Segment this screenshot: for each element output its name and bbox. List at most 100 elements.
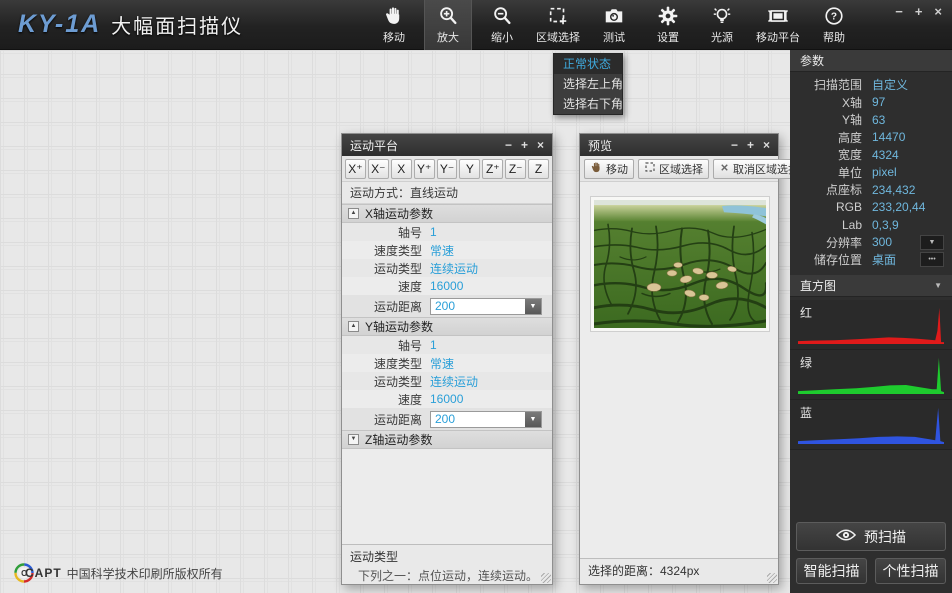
resize-grip[interactable]	[767, 573, 777, 583]
chevron-down-icon[interactable]: ▼	[934, 281, 942, 290]
panel-minimize-button[interactable]: −	[505, 140, 512, 150]
custom-scan-button[interactable]: 个性扫描	[875, 558, 946, 584]
param-value[interactable]: 1	[430, 225, 437, 239]
dropdown-value[interactable]: 200	[431, 299, 525, 314]
param-value[interactable]: 常速	[430, 355, 454, 372]
toolbar-help-button[interactable]: ? 帮助	[810, 0, 858, 50]
hand-icon	[590, 161, 603, 177]
x-axis-section-header[interactable]: ▲ X轴运动参数	[342, 204, 552, 223]
param-value[interactable]: 连续运动	[430, 373, 478, 390]
param-value[interactable]: 97	[872, 95, 885, 109]
collapse-up-icon[interactable]: ▲	[348, 208, 359, 219]
z-axis-section-empty	[342, 449, 552, 546]
toolbar-item-label: 移动平台	[756, 29, 800, 45]
distance-row: 运动距离 200 ▼	[342, 408, 552, 430]
param-label: 速度类型	[342, 242, 430, 259]
param-label: 轴号	[342, 224, 430, 241]
motion-panel-titlebar[interactable]: 运动平台 − + ×	[342, 134, 552, 156]
axis-x-minus-button[interactable]: X⁻	[368, 159, 389, 179]
z-axis-section-header[interactable]: ▼ Z轴运动参数	[342, 430, 552, 449]
y-distance-dropdown[interactable]: 200 ▼	[430, 411, 542, 428]
browse-ellipsis-button[interactable]: •••	[920, 252, 944, 267]
preview-move-button[interactable]: 移动	[584, 159, 634, 179]
histogram-blue: 蓝	[790, 400, 952, 450]
preview-panel-titlebar[interactable]: 预览 − + ×	[580, 134, 778, 156]
param-value[interactable]: 16000	[430, 279, 463, 293]
smart-scan-button-label: 智能扫描	[804, 561, 860, 581]
param-value[interactable]: 连续运动	[430, 260, 478, 277]
axis-z-minus-button[interactable]: Z⁻	[505, 159, 526, 179]
preview-button-label: 区域选择	[659, 161, 703, 177]
axis-z-button[interactable]: Z	[528, 159, 549, 179]
param-value: 0,3,9	[872, 218, 899, 232]
param-label: 速度类型	[342, 355, 430, 372]
param-value: 234,432	[872, 183, 915, 197]
axis-y-minus-button[interactable]: Y⁻	[437, 159, 458, 179]
histogram-green: 绿	[790, 350, 952, 400]
param-label: RGB	[790, 200, 862, 214]
chevron-down-icon[interactable]: ▼	[525, 299, 541, 314]
area-select-icon	[547, 5, 569, 27]
param-label: Y轴	[790, 111, 862, 128]
motion-panel-title: 运动平台	[350, 137, 398, 154]
axis-x-button[interactable]: X	[391, 159, 412, 179]
toolbar-item-label: 区域选择	[536, 29, 580, 45]
param-row-y-axis: Y轴 63	[790, 111, 952, 129]
param-row-point-coord: 点座标 234,432	[790, 181, 952, 199]
window-close-button[interactable]: ×	[934, 6, 942, 18]
toolbar-zoom-in-button[interactable]: 放大	[424, 0, 472, 50]
param-value[interactable]: 常速	[430, 242, 454, 259]
param-label: 运动距离	[342, 298, 430, 315]
axis-z-plus-button[interactable]: Z⁺	[482, 159, 503, 179]
window-maximize-button[interactable]: +	[915, 6, 923, 18]
toolbar-item-label: 测试	[603, 29, 625, 45]
panel-maximize-button[interactable]: +	[747, 140, 754, 150]
toolbar-item-label: 光源	[711, 29, 733, 45]
axis-y-button[interactable]: Y	[459, 159, 480, 179]
param-value[interactable]: 桌面	[872, 251, 896, 268]
toolbar-settings-button[interactable]: 设置	[644, 0, 692, 50]
preview-area-select-button[interactable]: 区域选择	[638, 159, 709, 179]
panel-minimize-button[interactable]: −	[731, 140, 738, 150]
param-value[interactable]: 自定义	[872, 76, 908, 93]
resolution-dropdown-button[interactable]: ▼	[920, 235, 944, 250]
panel-close-button[interactable]: ×	[537, 140, 544, 150]
preview-image[interactable]	[590, 196, 770, 332]
menu-item-normal-state[interactable]: 正常状态	[554, 54, 622, 74]
x-distance-dropdown[interactable]: 200 ▼	[430, 298, 542, 315]
param-value[interactable]: 300	[872, 235, 892, 249]
param-value[interactable]: 1	[430, 338, 437, 352]
param-value[interactable]: pixel	[872, 165, 897, 179]
chevron-down-icon[interactable]: ▼	[525, 412, 541, 427]
panel-close-button[interactable]: ×	[763, 140, 770, 150]
param-value[interactable]: 4324	[872, 148, 899, 162]
y-axis-section-header[interactable]: ▲ Y轴运动参数	[342, 317, 552, 336]
toolbar-light-button[interactable]: 光源	[698, 0, 746, 50]
param-value[interactable]: 63	[872, 113, 885, 127]
param-value[interactable]: 14470	[872, 130, 905, 144]
menu-item-select-bottom-right[interactable]: 选择右下角	[554, 94, 622, 114]
panel-maximize-button[interactable]: +	[521, 140, 528, 150]
collapse-up-icon[interactable]: ▲	[348, 321, 359, 332]
toolbar-move-button[interactable]: 移动	[370, 0, 418, 50]
toolbar-platform-button[interactable]: 移动平台	[752, 0, 804, 50]
menu-item-select-top-left[interactable]: 选择左上角	[554, 74, 622, 94]
copyright-bar: C CAPT 中国科学技术印刷所版权所有	[14, 563, 223, 583]
toolbar-zoom-out-button[interactable]: 缩小	[478, 0, 526, 50]
param-value[interactable]: 16000	[430, 392, 463, 406]
param-row-height: 高度 14470	[790, 129, 952, 147]
axis-y-plus-button[interactable]: Y⁺	[414, 159, 435, 179]
window-minimize-button[interactable]: −	[895, 6, 903, 18]
eye-icon	[836, 528, 856, 545]
prescan-button[interactable]: 预扫描	[796, 522, 946, 551]
smart-scan-button[interactable]: 智能扫描	[796, 558, 867, 584]
blue-histogram-chart	[798, 406, 944, 444]
resize-grip[interactable]	[541, 573, 551, 583]
toolbar-area-select-button[interactable]: 区域选择	[532, 0, 584, 50]
collapse-down-icon[interactable]: ▼	[348, 434, 359, 445]
axis-x-plus-button[interactable]: X⁺	[345, 159, 366, 179]
toolbar-test-button[interactable]: 测试	[590, 0, 638, 50]
parameters-sidebar: 参数 扫描范围 自定义 X轴 97 Y轴 63 高度 14470 宽度 4324	[790, 50, 952, 593]
dropdown-value[interactable]: 200	[431, 412, 525, 427]
param-value: 233,20,44	[872, 200, 925, 214]
